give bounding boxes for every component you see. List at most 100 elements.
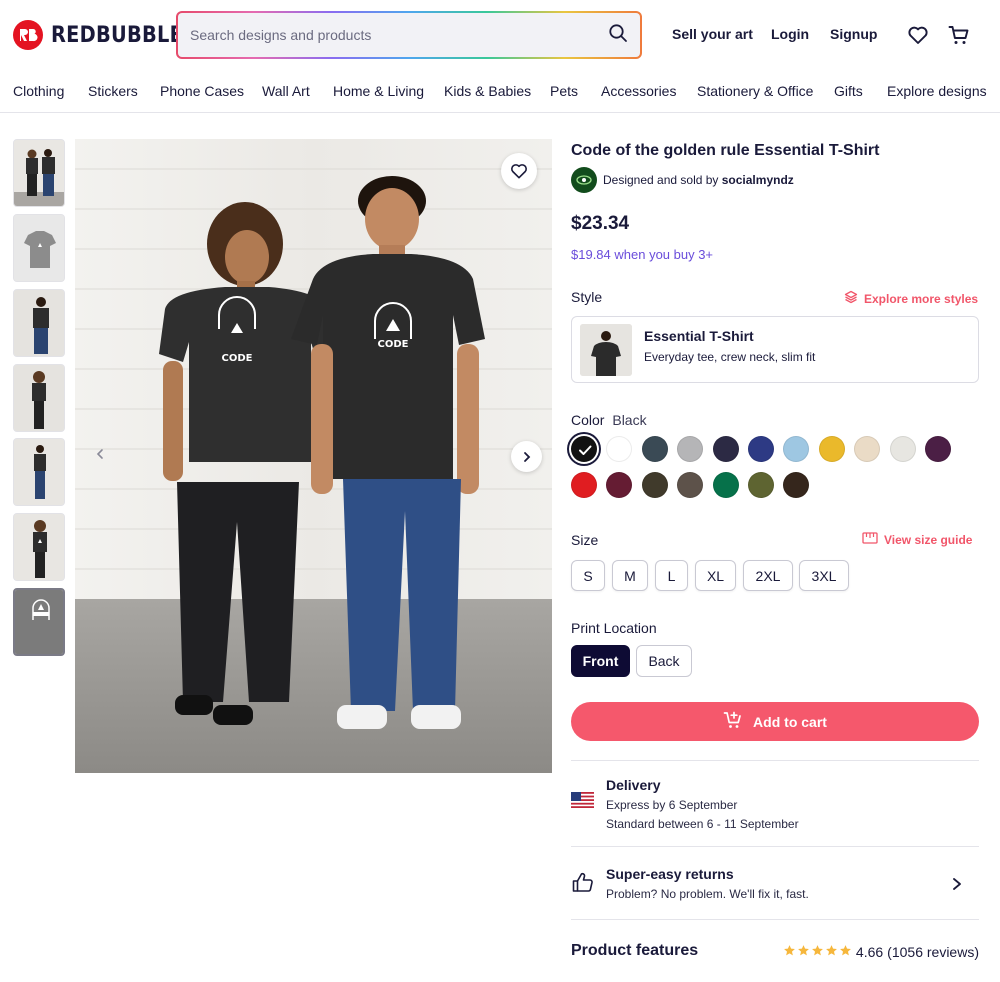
size-2xl-button[interactable]: 2XL: [743, 560, 793, 591]
style-label: Style: [571, 289, 603, 305]
product-main-image: CODE CODE: [75, 139, 552, 773]
designed-by-prefix: Designed and sold by: [603, 173, 722, 187]
product-features-heading: Product features: [571, 942, 699, 959]
search-icon[interactable]: [608, 23, 628, 48]
category-nav: Clothing Stickers Phone Cases Wall Art H…: [0, 70, 1000, 113]
color-swatch-selected[interactable]: [571, 436, 597, 462]
brand-name: REDBUBBLE: [51, 22, 184, 48]
nav-stickers[interactable]: Stickers: [88, 83, 138, 99]
color-swatch[interactable]: [641, 472, 668, 498]
color-swatch[interactable]: [783, 436, 810, 462]
layers-icon: [844, 290, 858, 307]
us-flag-icon: [571, 792, 594, 813]
thumbnail-flat-tee[interactable]: [13, 214, 65, 282]
nav-home-living[interactable]: Home & Living: [333, 83, 424, 99]
color-swatch[interactable]: [748, 472, 774, 498]
color-swatch[interactable]: [783, 472, 810, 498]
star-icon: [839, 944, 852, 960]
star-rating: [783, 944, 852, 960]
ruler-icon: [862, 532, 878, 547]
nav-stationery-office[interactable]: Stationery & Office: [697, 83, 813, 99]
thumbs-up-icon: [571, 870, 595, 899]
nav-gifts[interactable]: Gifts: [834, 83, 863, 99]
color-swatch[interactable]: [712, 472, 739, 498]
view-size-guide-label: View size guide: [884, 532, 973, 547]
color-swatch[interactable]: [677, 436, 704, 462]
style-selector-card[interactable]: Essential T-Shirt Everyday tee, crew nec…: [571, 316, 979, 383]
nav-wall-art[interactable]: Wall Art: [262, 83, 310, 99]
cart-icon[interactable]: [947, 23, 971, 47]
delivery-title: Delivery: [606, 777, 661, 793]
product-price: $23.34: [571, 213, 630, 234]
delivery-standard: Standard between 6 - 11 September: [606, 817, 799, 831]
size-m-button[interactable]: M: [612, 560, 648, 591]
thumbnail-couple[interactable]: [13, 139, 65, 207]
previous-image-chevron-left-icon[interactable]: [93, 447, 107, 466]
nav-pets[interactable]: Pets: [550, 83, 578, 99]
favorite-heart-icon[interactable]: [501, 153, 537, 189]
nav-clothing[interactable]: Clothing: [13, 83, 64, 99]
color-value: Black: [612, 412, 647, 428]
view-size-guide-link[interactable]: View size guide: [862, 532, 972, 547]
star-icon: [825, 944, 838, 960]
add-to-cart-label: Add to cart: [753, 713, 827, 730]
tee-print-text-woman: CODE: [222, 353, 253, 364]
explore-more-styles-link[interactable]: Explore more styles: [844, 290, 978, 307]
login-link[interactable]: Login: [771, 26, 809, 42]
next-image-chevron-right-icon[interactable]: [511, 441, 542, 472]
bulk-discount-price: $19.84 when you buy 3+: [571, 247, 714, 262]
designed-by-line: Designed and sold by socialmyndz: [603, 173, 794, 187]
nav-phone-cases[interactable]: Phone Cases: [160, 83, 244, 99]
color-swatch[interactable]: [641, 436, 668, 462]
color-swatch[interactable]: [712, 436, 739, 462]
size-label: Size: [571, 532, 599, 548]
nav-explore-designs[interactable]: Explore designs: [887, 83, 987, 99]
search-box: [176, 11, 642, 59]
color-swatch[interactable]: [818, 436, 845, 462]
print-back-button[interactable]: Back: [636, 645, 692, 677]
returns-row[interactable]: Super-easy returns Problem? No problem. …: [571, 847, 979, 919]
size-xl-button[interactable]: XL: [695, 560, 736, 591]
size-3xl-button[interactable]: 3XL: [799, 560, 849, 591]
thumbnail-man-pose[interactable]: [13, 289, 65, 357]
color-swatch[interactable]: [854, 436, 881, 462]
search-input[interactable]: [190, 27, 608, 43]
artist-avatar[interactable]: [571, 167, 597, 193]
nav-accessories[interactable]: Accessories: [601, 83, 676, 99]
tee-print-text-man: CODE: [378, 339, 409, 350]
style-description: Everyday tee, crew neck, slim fit: [644, 350, 816, 364]
nav-kids-babies[interactable]: Kids & Babies: [444, 83, 531, 99]
size-l-button[interactable]: L: [655, 560, 688, 591]
color-swatch[interactable]: [571, 472, 597, 498]
redbubble-logo[interactable]: REDBUBBLE: [13, 20, 201, 50]
color-swatch[interactable]: [677, 472, 704, 498]
color-swatch[interactable]: [889, 436, 916, 462]
color-label-text: Color: [571, 412, 605, 428]
add-to-cart-button[interactable]: Add to cart: [571, 702, 979, 741]
print-location-label: Print Location: [571, 620, 657, 636]
print-front-button[interactable]: Front: [571, 645, 630, 677]
size-s-button[interactable]: S: [571, 560, 605, 591]
star-icon: [783, 944, 796, 960]
artist-link[interactable]: socialmyndz: [722, 173, 794, 187]
style-name: Essential T-Shirt: [644, 328, 754, 344]
color-swatch[interactable]: [606, 472, 633, 498]
heart-icon[interactable]: [906, 23, 930, 47]
star-icon: [811, 944, 824, 960]
color-swatch[interactable]: [925, 436, 951, 462]
explore-more-styles-label: Explore more styles: [864, 291, 979, 306]
thumbnail-woman-pose[interactable]: [13, 364, 65, 432]
divider: [571, 919, 979, 920]
color-swatch[interactable]: [748, 436, 774, 462]
logo-mark-icon: [13, 20, 43, 50]
thumbnail-woman-full[interactable]: [13, 513, 65, 581]
signup-link[interactable]: Signup: [830, 26, 877, 42]
thumbnail-man-full[interactable]: [13, 438, 65, 506]
delivery-express: Express by 6 September: [606, 798, 738, 812]
rating-summary[interactable]: 4.66 (1056 reviews): [783, 944, 979, 960]
sell-your-art-link[interactable]: Sell your art: [672, 26, 753, 42]
returns-title: Super-easy returns: [606, 866, 734, 882]
thumbnail-print-closeup[interactable]: [13, 588, 65, 656]
color-label: Color Black: [571, 412, 647, 428]
color-swatch[interactable]: [606, 436, 633, 462]
